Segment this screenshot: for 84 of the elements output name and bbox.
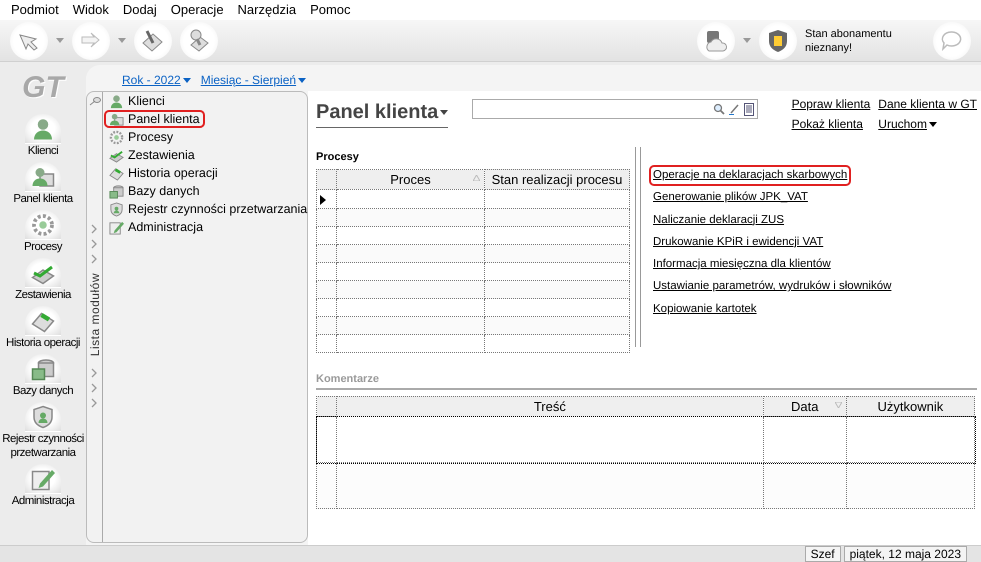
module-item[interactable]: Zestawienia [104, 146, 200, 164]
shield-icon [31, 404, 55, 428]
module-list-label: Lista modułów [86, 273, 102, 356]
panel-title[interactable]: Panel klienta [316, 95, 448, 128]
panel-link[interactable]: Uruchom [878, 115, 977, 133]
caret-icon [118, 38, 126, 43]
edit-icon [109, 220, 124, 234]
cloud-button[interactable] [697, 22, 735, 60]
column-header[interactable]: Treść [336, 396, 764, 416]
panel-link[interactable]: Dane klienta w GT [878, 95, 977, 113]
caret-icon [743, 38, 751, 43]
sidebar-item[interactable]: Historia operacji [0, 306, 86, 350]
sidebar-item[interactable]: Zestawienia [0, 258, 86, 302]
chevron-icon [91, 368, 98, 378]
status-field: piątek, 12 maja 2023 [844, 546, 967, 562]
database-icon [109, 184, 124, 198]
menu-item[interactable]: Widok [66, 0, 116, 20]
section-title: Komentarze [316, 371, 977, 390]
brush-icon [141, 28, 165, 52]
person-icon [31, 116, 55, 140]
pin-icon [88, 96, 100, 106]
subscription-status: Stan abonamentu nieznany! [805, 26, 893, 54]
module-item[interactable]: Historia operacji [104, 164, 223, 182]
row-pointer-icon [320, 194, 326, 205]
menu-item[interactable]: Dodaj [116, 0, 164, 20]
shield-question-icon [766, 28, 790, 52]
module-item[interactable]: Procesy [104, 128, 178, 146]
help-bubble-icon [940, 28, 964, 52]
person-card-icon [109, 112, 124, 126]
menu-item[interactable]: Operacje [164, 0, 231, 20]
sidebar-item[interactable]: Administracja [0, 464, 86, 508]
person-icon [109, 94, 124, 108]
sidebar-item[interactable]: Klienci [0, 114, 86, 158]
list-icon [744, 102, 754, 116]
action-link[interactable]: Informacja miesięczna dla klientów [649, 254, 835, 276]
sidebar-item[interactable]: Rejestr czynności przetwarzania [0, 402, 86, 460]
action-link[interactable]: Naliczanie deklaracji ZUS [649, 210, 788, 231]
module-item[interactable]: Rejestr czynności przetwarzania [104, 200, 312, 218]
period-dropdown[interactable]: Miesiąc - Sierpień [200, 71, 306, 89]
column-header[interactable]: Data [763, 396, 846, 416]
panel-link[interactable]: Popraw klienta [792, 95, 870, 113]
sidebar-item[interactable]: Bazy danych [0, 354, 86, 398]
module-item[interactable]: Administracja [104, 218, 208, 236]
brush-button[interactable] [134, 22, 172, 60]
back-button[interactable] [10, 22, 48, 60]
section-title: Procesy [316, 150, 360, 165]
status-field: Szef [804, 546, 841, 562]
column-header[interactable]: Proces [336, 169, 484, 190]
menu-item[interactable]: Pomoc [303, 0, 358, 20]
period-dropdown[interactable]: Rok - 2022 [122, 71, 191, 89]
panel-link[interactable]: Pokaż klienta [792, 115, 870, 133]
action-link[interactable]: Drukowanie KPiR i ewidencji VAT [649, 232, 828, 253]
database-icon [31, 356, 55, 380]
caret-icon [56, 38, 64, 43]
subscription-button[interactable] [759, 22, 797, 60]
action-link[interactable]: Ustawianie parametrów, wydruków i słowników [649, 276, 896, 298]
forward-button[interactable] [72, 22, 110, 60]
action-link[interactable]: Generowanie plików JPK_VAT [649, 187, 812, 208]
sort-icon [834, 402, 842, 408]
menu-item[interactable]: Narzędzia [230, 0, 304, 20]
module-item[interactable]: Bazy danych [104, 182, 205, 200]
pencil-icon [728, 103, 740, 115]
gear-icon [109, 130, 124, 144]
action-link[interactable]: Operacje na deklaracjach skarbowych [649, 165, 852, 186]
logo: GT [22, 70, 64, 106]
column-header[interactable]: Użytkownik [846, 396, 974, 416]
sidebar-item[interactable]: Procesy [0, 210, 86, 254]
sidebar-item[interactable]: Panel klienta [0, 162, 86, 206]
search-icon [712, 103, 725, 115]
shield-icon [109, 202, 124, 216]
menu-item[interactable]: Podmiot [4, 0, 66, 20]
help-button[interactable] [933, 22, 971, 60]
stamp-button[interactable] [180, 22, 218, 60]
search-field[interactable] [472, 99, 758, 119]
column-header[interactable]: Stan realizacji procesu [484, 169, 630, 190]
cloud-database-icon [704, 28, 728, 52]
module-item[interactable]: Panel klienta [104, 110, 205, 128]
sort-icon [473, 174, 480, 180]
module-item[interactable]: Klienci [104, 92, 170, 110]
document-icon [109, 166, 124, 180]
chevron-icon [91, 398, 98, 408]
chevron-icon [91, 383, 98, 394]
gear-icon [31, 212, 55, 236]
action-link[interactable]: Kopiowanie kartotek [649, 298, 761, 320]
